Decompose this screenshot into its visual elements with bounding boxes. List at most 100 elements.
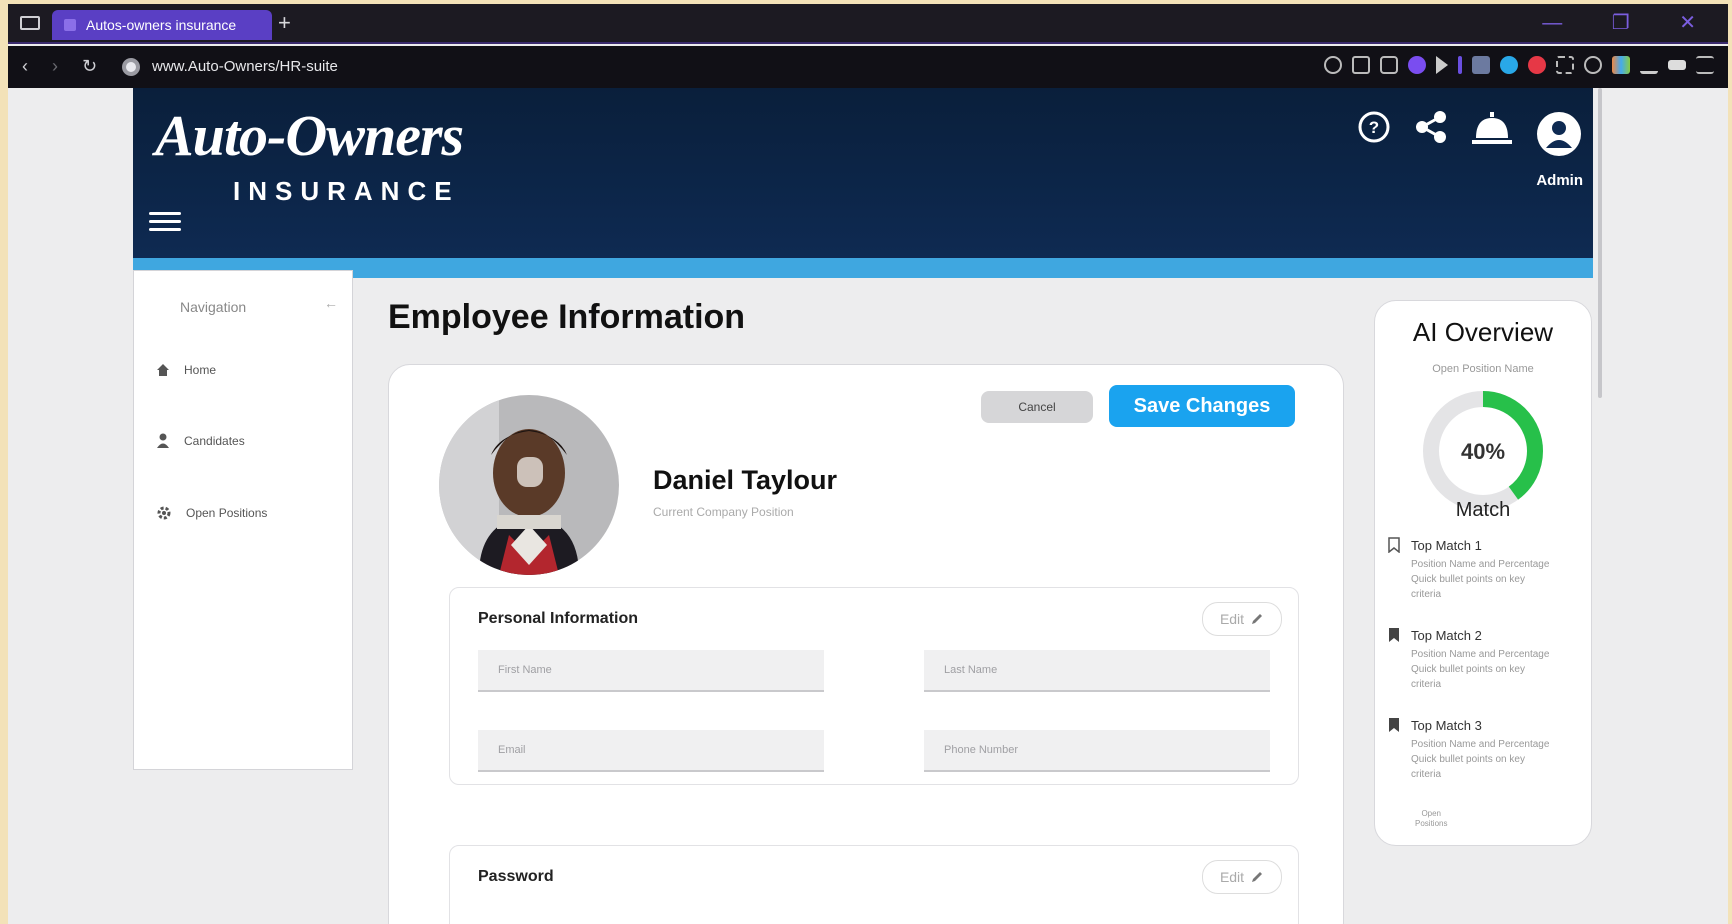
save-changes-button[interactable]: Save Changes [1109, 385, 1295, 427]
share-icon[interactable] [1413, 110, 1449, 144]
top-match-detail: Quick bullet points on key [1411, 664, 1525, 675]
match-label: Match [1455, 499, 1511, 521]
logo-subtitle: INSURANCE [233, 176, 460, 206]
page-scrollbar[interactable] [1598, 88, 1602, 398]
forward-icon[interactable]: › [52, 56, 58, 77]
ai-overview-panel: AI Overview Open Position Name 40% Match… [1374, 300, 1592, 846]
tab-strip: Autos-owners insurance + — ❐ ✕ [8, 4, 1728, 44]
tab-title: Autos-owners insurance [86, 17, 237, 33]
extension-grid-icon[interactable] [1556, 56, 1574, 74]
edit-label: Edit [1219, 611, 1245, 627]
top-match-detail: Quick bullet points on key [1411, 754, 1525, 765]
password-section: Password Edit [449, 845, 1299, 924]
top-match-item[interactable]: Top Match 1 Position Name and Percentage… [1387, 537, 1583, 602]
section-title: Personal Information [478, 610, 639, 627]
svg-text:?: ? [1369, 118, 1379, 137]
page-title: Employee Information [388, 298, 746, 336]
zoom-icon[interactable] [1324, 56, 1342, 74]
site-info-icon[interactable] [122, 58, 140, 76]
top-match-title: Top Match 1 [1411, 537, 1482, 553]
service-bell-icon[interactable] [1471, 110, 1513, 146]
employee-avatar[interactable] [439, 395, 619, 575]
account-icon[interactable] [1535, 110, 1583, 158]
employee-name: Daniel Taylour [653, 465, 838, 495]
collapse-arrow-icon[interactable]: ← [324, 295, 338, 311]
pencil-icon [1252, 872, 1263, 882]
hamburger-menu-icon[interactable] [149, 212, 181, 232]
favicon-icon [64, 19, 76, 31]
employee-position: Current Company Position [653, 505, 794, 519]
home-icon [157, 364, 169, 376]
cancel-button[interactable]: Cancel [981, 391, 1093, 423]
bookmark-filled-icon[interactable] [1387, 717, 1401, 733]
top-match-detail: Quick bullet points on key [1411, 574, 1525, 585]
ai-overview-title: AI Overview [1412, 317, 1554, 347]
open-positions-dropdown[interactable]: Open Positions [1415, 809, 1447, 829]
top-match-detail: Position Name and Percentage [1411, 649, 1550, 660]
edit-password-button[interactable]: Edit [1202, 860, 1282, 894]
sidebar-item-label: Open Positions [186, 506, 268, 520]
top-match-item[interactable]: Top Match 3 Position Name and Percentage… [1387, 717, 1583, 782]
battery-icon[interactable] [1668, 60, 1686, 70]
person-icon [157, 433, 169, 448]
employee-card: Daniel Taylour Current Company Position … [388, 364, 1344, 924]
menu-icon[interactable] [1696, 56, 1714, 74]
extension-color-icon[interactable] [1612, 56, 1630, 74]
bookmark-outline-icon[interactable] [1387, 537, 1401, 553]
bookmark-filled-icon[interactable] [1387, 627, 1401, 643]
open-positions-label: Positions [1415, 819, 1448, 828]
logo-wordmark[interactable]: Auto-Owners [155, 102, 464, 169]
browser-tab[interactable]: Autos-owners insurance [52, 10, 272, 40]
top-match-item[interactable]: Top Match 2 Position Name and Percentage… [1387, 627, 1583, 692]
play-icon[interactable] [1436, 56, 1448, 74]
sidebar-item-home[interactable]: Home [156, 363, 216, 377]
download-icon[interactable] [1640, 56, 1658, 74]
browser-window: Autos-owners insurance + — ❐ ✕ ‹ › ↻ www… [8, 4, 1728, 924]
reload-icon[interactable]: ↻ [82, 56, 97, 77]
sidebar-item-label: Candidates [184, 434, 245, 448]
new-tab-button[interactable]: + [278, 10, 291, 36]
top-match-title: Top Match 3 [1411, 717, 1482, 733]
sidebar-item-candidates[interactable]: Candidates [156, 433, 245, 449]
toolbar-divider [1458, 56, 1462, 74]
extension-blue-icon[interactable] [1500, 56, 1518, 74]
window-controls[interactable]: — ❐ ✕ [1542, 10, 1718, 35]
top-match-title: Top Match 2 [1411, 627, 1482, 643]
phone-number-field[interactable]: Phone Number [924, 730, 1270, 772]
extensions-toolbar [1324, 56, 1714, 74]
header-actions: ? [1357, 110, 1583, 158]
edit-personal-button[interactable]: Edit [1202, 602, 1282, 636]
personal-information-section: Personal Information Edit First Name Las… [449, 587, 1299, 785]
camera-icon[interactable] [1380, 56, 1398, 74]
sidebar-item-open-positions[interactable]: Open Positions [156, 505, 267, 521]
address-bar: ‹ › ↻ www.Auto-Owners/HR-suite [8, 46, 1728, 88]
sidebar-title: Navigation [180, 299, 247, 315]
top-match-detail: Position Name and Percentage [1411, 739, 1550, 750]
screenshot-icon[interactable] [1352, 56, 1370, 74]
web-page: Auto-Owners INSURANCE ? Admin Navigation… [8, 88, 1728, 924]
tab-actions-icon[interactable] [20, 16, 40, 30]
gear-icon [157, 506, 171, 520]
back-icon[interactable]: ‹ [22, 56, 28, 77]
top-match-detail: criteria [1411, 769, 1442, 780]
section-title: Password [478, 868, 554, 885]
vpn-extension-icon[interactable] [1408, 56, 1426, 74]
admin-label[interactable]: Admin [1536, 172, 1583, 189]
match-percent: 40% [1461, 439, 1505, 464]
top-match-detail: criteria [1411, 679, 1442, 690]
edit-label: Edit [1219, 869, 1245, 885]
top-match-detail: Position Name and Percentage [1411, 559, 1550, 570]
sidebar-item-label: Home [184, 363, 217, 377]
pencil-icon [1252, 614, 1263, 624]
extension-red-icon[interactable] [1528, 56, 1546, 74]
email-field[interactable]: Email [478, 730, 824, 772]
extension-icon[interactable] [1472, 56, 1490, 74]
url-field[interactable]: www.Auto-Owners/HR-suite [152, 58, 338, 75]
open-positions-label: Open [1421, 809, 1442, 818]
help-icon[interactable]: ? [1357, 110, 1391, 144]
employee-photo [439, 395, 619, 575]
extension-cube-icon[interactable] [1584, 56, 1602, 74]
last-name-field[interactable]: Last Name [924, 650, 1270, 692]
top-match-detail: criteria [1411, 589, 1442, 600]
first-name-field[interactable]: First Name [478, 650, 824, 692]
